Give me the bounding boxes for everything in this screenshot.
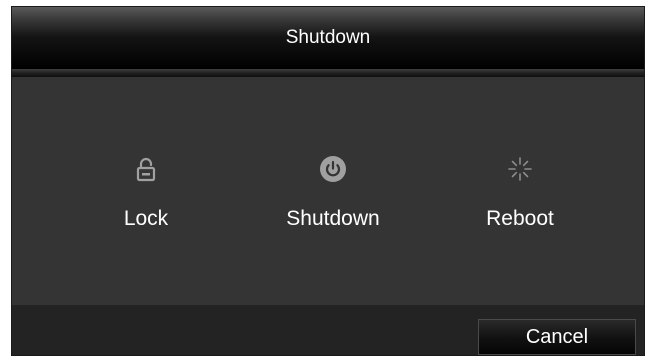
dialog-title: Shutdown bbox=[285, 27, 371, 48]
power-icon bbox=[320, 156, 346, 182]
cancel-button[interactable]: Cancel bbox=[478, 319, 636, 355]
shutdown-option[interactable]: Shutdown bbox=[253, 155, 413, 231]
dialog-footer: Cancel bbox=[12, 305, 644, 355]
shutdown-dialog: Shutdown Lock Shutdown Reboot Cancel bbox=[11, 6, 645, 356]
dialog-titlebar: Shutdown bbox=[12, 7, 644, 69]
titlebar-divider bbox=[12, 69, 644, 77]
reboot-label: Reboot bbox=[486, 207, 554, 230]
reboot-option[interactable]: Reboot bbox=[440, 155, 600, 231]
lock-icon bbox=[136, 157, 156, 182]
lock-option[interactable]: Lock bbox=[66, 155, 226, 231]
reboot-icon bbox=[508, 157, 532, 181]
shutdown-label: Shutdown bbox=[286, 207, 380, 230]
lock-label: Lock bbox=[123, 207, 169, 230]
dialog-body: Lock Shutdown Reboot bbox=[12, 77, 644, 305]
